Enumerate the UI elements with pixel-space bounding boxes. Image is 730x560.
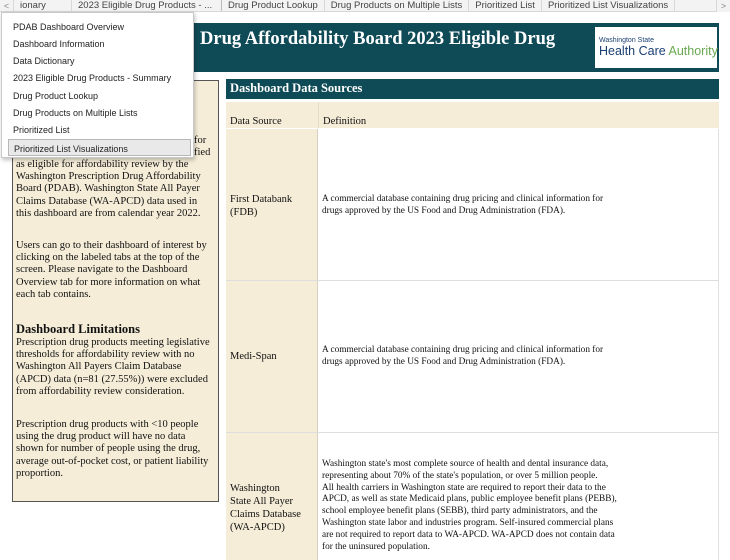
- tab-label: ionary: [20, 0, 46, 11]
- limitations-paragraph-1: Prescription drug products meeting legis…: [16, 337, 216, 398]
- text-line: APCD, as well as state Medicaid plans, p…: [322, 494, 617, 505]
- text-line: each tab contains.: [16, 288, 91, 300]
- limitations-heading: Dashboard Limitations: [16, 322, 140, 336]
- table-row: Medi-Span A commercial database containi…: [226, 281, 719, 433]
- text-line: A commercial database containing drug pr…: [322, 194, 604, 204]
- text-line: for the uninsured population.: [322, 541, 430, 552]
- tab-drug-products-multiple-lists[interactable]: Drug Products on Multiple Lists: [325, 0, 470, 11]
- menu-item-prioritized-list[interactable]: Prioritized List: [2, 121, 195, 138]
- source-name: First Databank (FDB): [230, 193, 318, 219]
- text-line: (WA-APCD): [230, 522, 285, 533]
- logo-agency-text: Health Care Authority: [599, 44, 718, 58]
- text-line: Medi-Span: [230, 351, 277, 362]
- dashboard-tab-strip: < ionary 2023 Eligible Drug Products - .…: [0, 0, 730, 12]
- table-row: Washington State All Payer Claims Databa…: [226, 433, 719, 560]
- text-line: A commercial database containing drug pr…: [322, 345, 604, 355]
- definition-cell: Washington state's most complete source …: [318, 433, 719, 560]
- text-line: proportion.: [16, 467, 63, 479]
- definition-text: Washington state's most complete source …: [322, 459, 712, 553]
- menu-item-prioritized-list-visualizations[interactable]: Prioritized List Visualizations: [8, 139, 191, 156]
- intro-fragment-fied: fied: [194, 147, 211, 158]
- text-line: Claims Database: [230, 509, 301, 520]
- tab-eligible-drug-products-summary[interactable]: 2023 Eligible Drug Products - ...: [72, 0, 222, 11]
- text-line: drugs approved by the US Food and Drug A…: [322, 205, 566, 216]
- text-line: Prescription drug products with <10 peop…: [16, 419, 199, 430]
- source-name: Medi-Span: [230, 350, 318, 363]
- text-line: (FDB): [230, 207, 258, 218]
- table-row: First Databank (FDB) A commercial databa…: [226, 129, 719, 281]
- chevron-left-icon: <: [3, 0, 10, 11]
- tab-label: Prioritized List Visualizations: [547, 0, 669, 11]
- source-name: Washington State All Payer Claims Databa…: [230, 482, 318, 534]
- text-line: Users can go to their dashboard of inter…: [16, 240, 207, 251]
- tab-data-dictionary[interactable]: ionary: [14, 0, 72, 11]
- menu-item-data-dictionary[interactable]: Data Dictionary: [2, 52, 195, 69]
- text-line: Washington state's most complete source …: [322, 459, 609, 469]
- source-cell: Washington State All Payer Claims Databa…: [226, 433, 318, 560]
- tab-label: Prioritized List: [475, 0, 535, 11]
- tab-drug-product-lookup[interactable]: Drug Product Lookup: [222, 0, 325, 11]
- text-line: are not required to report data to WA-AP…: [322, 529, 615, 540]
- text-line: thresholds for affordability review with…: [16, 349, 195, 361]
- text-line: average out-of-pocket cost, or patient l…: [16, 455, 209, 467]
- text-line: Board (PDAB). Washington State All Payer: [16, 183, 200, 195]
- tab-prioritized-list[interactable]: Prioritized List: [469, 0, 542, 11]
- text-line: using the drug product will have no data: [16, 431, 186, 443]
- data-sources-table: Dashboard Data Sources Data Source Defin…: [226, 79, 719, 560]
- text-line: Overview tab for more information on wha…: [16, 276, 201, 288]
- text-line: this dashboard are from calendar year 20…: [16, 207, 201, 219]
- tab-scroll-right-button[interactable]: >: [716, 0, 730, 12]
- text-line: screen. Please navigate to the Dashboard: [16, 264, 188, 276]
- tab-label: Drug Products on Multiple Lists: [330, 0, 463, 11]
- text-line: First Databank: [230, 194, 293, 205]
- navigation-paragraph: Users can go to their dashboard of inter…: [16, 240, 216, 301]
- tab-label: Drug Product Lookup: [228, 0, 318, 11]
- logo-agency-part2: Authority: [668, 44, 718, 58]
- text-line: All health carriers in Washington state …: [322, 482, 606, 493]
- menu-item-pdab-dashboard-overview[interactable]: PDAB Dashboard Overview: [2, 18, 195, 35]
- definition-cell: A commercial database containing drug pr…: [318, 129, 719, 280]
- menu-item-eligible-drug-products-summary[interactable]: 2023 Eligible Drug Products - Summary: [2, 69, 195, 86]
- text-line: Washington: [230, 483, 280, 494]
- sheet-navigation-menu: PDAB Dashboard Overview Dashboard Inform…: [1, 12, 194, 158]
- text-line: Claims Database (WA-APCD) data used in: [16, 195, 198, 207]
- source-cell: First Databank (FDB): [226, 129, 318, 280]
- limitations-paragraph-2: Prescription drug products with <10 peop…: [16, 419, 216, 480]
- text-line: representing about 70% of the state's po…: [322, 470, 598, 481]
- text-line: school employee benefit plans (SEBB), th…: [322, 506, 598, 517]
- logo-agency-part1: Health Care: [599, 44, 669, 58]
- text-line: shown for number of people using the dru…: [16, 443, 201, 455]
- hca-logo: Washington State Health Care Authority: [595, 27, 718, 68]
- text-line: State All Payer: [230, 496, 293, 507]
- definition-text: A commercial database containing drug pr…: [322, 345, 712, 369]
- data-sources-heading: Dashboard Data Sources: [226, 79, 719, 99]
- text-line: Washington state labor and industries pr…: [322, 517, 614, 528]
- tab-label: 2023 Eligible Drug Products - ...: [78, 0, 213, 11]
- tab-prioritized-list-visualizations[interactable]: Prioritized List Visualizations: [542, 0, 676, 11]
- text-line: from affordability review consideration.: [16, 385, 185, 397]
- tab-scroll-left-button[interactable]: <: [0, 0, 14, 11]
- text-line: Washington All Payers Claim Database: [16, 361, 182, 373]
- menu-item-drug-products-multiple-lists[interactable]: Drug Products on Multiple Lists: [2, 104, 195, 121]
- intro-fragment-for: for: [194, 135, 207, 146]
- menu-item-dashboard-information[interactable]: Dashboard Information: [2, 35, 195, 52]
- intro-paragraph: as eligible for affordability review by …: [16, 159, 216, 220]
- source-cell: Medi-Span: [226, 281, 318, 432]
- text-line: drugs approved by the US Food and Drug A…: [322, 356, 566, 367]
- column-header-definition: Definition: [318, 102, 719, 128]
- chevron-right-icon: >: [720, 1, 727, 11]
- text-line: clicking on the labeled tabs at the top …: [16, 252, 200, 264]
- text-line: (APCD) data (n=81 (27.55%)) were exclude…: [16, 373, 208, 385]
- definition-text: A commercial database containing drug pr…: [322, 194, 712, 218]
- definition-cell: A commercial database containing drug pr…: [318, 281, 719, 432]
- menu-item-drug-product-lookup[interactable]: Drug Product Lookup: [2, 87, 195, 104]
- page-title: Drug Affordability Board 2023 Eligible D…: [200, 29, 556, 49]
- text-line: Washington Prescription Drug Affordabili…: [16, 171, 201, 183]
- text-line: as eligible for affordability review by …: [16, 159, 189, 170]
- column-header-data-source: Data Source: [226, 102, 318, 128]
- text-line: Prescription drug products meeting legis…: [16, 337, 210, 348]
